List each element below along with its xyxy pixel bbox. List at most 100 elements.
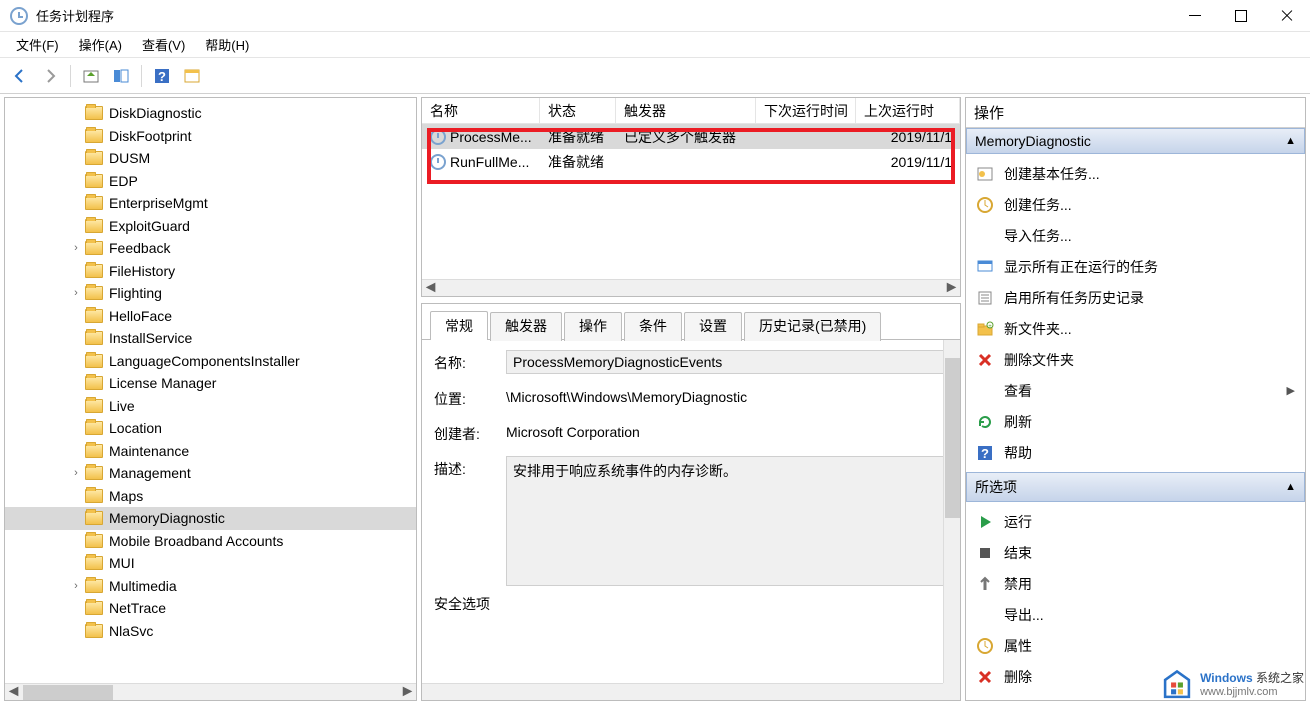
expander-icon[interactable] [69,489,83,503]
nav-back-button[interactable] [6,62,34,90]
tree-h-scrollbar[interactable]: ◄ ► [5,683,416,700]
action-结束[interactable]: 结束 [966,537,1305,568]
expander-icon[interactable]: › [69,286,83,300]
tree-item-exploitguard[interactable]: ExploitGuard [5,215,416,238]
action-导出-[interactable]: 导出... [966,599,1305,630]
action-运行[interactable]: 运行 [966,506,1305,537]
expander-icon[interactable] [69,151,83,165]
tree-item-edp[interactable]: EDP [5,170,416,193]
scroll-right-arrow[interactable]: ► [399,684,416,701]
expander-icon[interactable] [69,556,83,570]
col-status[interactable]: 状态 [540,98,616,123]
expander-icon[interactable] [69,106,83,120]
task-h-scrollbar[interactable]: ◄ ► [422,279,960,296]
action-导入任务-[interactable]: 导入任务... [966,220,1305,251]
minimize-button[interactable] [1172,0,1218,32]
scroll-left-arrow[interactable]: ◄ [5,684,22,701]
action-创建任务-[interactable]: 创建任务... [966,189,1305,220]
scroll-thumb[interactable] [945,358,960,518]
expander-icon[interactable]: › [69,241,83,255]
expander-icon[interactable]: › [69,466,83,480]
action-禁用[interactable]: 禁用 [966,568,1305,599]
tab-actions[interactable]: 操作 [564,312,622,341]
expander-icon[interactable] [69,421,83,435]
expander-icon[interactable] [69,376,83,390]
scroll-right-arrow[interactable]: ► [943,280,960,296]
tree-item-feedback[interactable]: ›Feedback [5,237,416,260]
expander-icon[interactable] [69,624,83,638]
tab-general[interactable]: 常规 [430,311,488,340]
col-last[interactable]: 上次运行时 [856,98,960,123]
expander-icon[interactable] [69,174,83,188]
field-description[interactable] [506,456,948,586]
expander-icon[interactable] [69,601,83,615]
menu-help[interactable]: 帮助(H) [195,33,259,56]
tree-item-maps[interactable]: Maps [5,485,416,508]
maximize-button[interactable] [1218,0,1264,32]
tree-item-location[interactable]: Location [5,417,416,440]
field-name[interactable] [506,350,948,374]
tree-scroll[interactable]: DiskDiagnosticDiskFootprintDUSMEDPEnterp… [5,98,416,683]
tree-item-maintenance[interactable]: Maintenance [5,440,416,463]
expander-icon[interactable] [69,534,83,548]
action-查看[interactable]: 查看▶ [966,375,1305,406]
tree-item-enterprisemgmt[interactable]: EnterpriseMgmt [5,192,416,215]
expander-icon[interactable] [69,511,83,525]
tree-item-filehistory[interactable]: FileHistory [5,260,416,283]
properties-button[interactable] [178,62,206,90]
tree-item-diskdiagnostic[interactable]: DiskDiagnostic [5,102,416,125]
tree-item-languagecomponentsinstaller[interactable]: LanguageComponentsInstaller [5,350,416,373]
detail-h-scrollbar[interactable] [422,683,943,700]
tree-item-memorydiagnostic[interactable]: MemoryDiagnostic [5,507,416,530]
expander-icon[interactable]: › [69,579,83,593]
action-启用所有任务历史记录[interactable]: 启用所有任务历史记录 [966,282,1305,313]
action-属性[interactable]: 属性 [966,630,1305,661]
close-button[interactable] [1264,0,1310,32]
tree-item-live[interactable]: Live [5,395,416,418]
tree-item-multimedia[interactable]: ›Multimedia [5,575,416,598]
tab-conditions[interactable]: 条件 [624,312,682,341]
menu-file[interactable]: 文件(F) [6,33,69,56]
action-新文件夹-[interactable]: +新文件夹... [966,313,1305,344]
scroll-left-arrow[interactable]: ◄ [422,280,439,296]
tree-item-mobile-broadband-accounts[interactable]: Mobile Broadband Accounts [5,530,416,553]
tree-item-management[interactable]: ›Management [5,462,416,485]
tab-settings[interactable]: 设置 [684,312,742,341]
action-刷新[interactable]: 刷新 [966,406,1305,437]
expander-icon[interactable] [69,196,83,210]
expander-icon[interactable] [69,219,83,233]
tree-item-dusm[interactable]: DUSM [5,147,416,170]
task-row[interactable]: ProcessMe...准备就绪已定义多个触发器2019/11/1 [422,124,960,149]
tree-item-helloface[interactable]: HelloFace [5,305,416,328]
action-创建基本任务-[interactable]: 创建基本任务... [966,158,1305,189]
tree-item-flighting[interactable]: ›Flighting [5,282,416,305]
detail-v-scrollbar[interactable] [943,340,960,683]
nav-forward-button[interactable] [36,62,64,90]
action-删除文件夹[interactable]: 删除文件夹 [966,344,1305,375]
col-next[interactable]: 下次运行时间 [756,98,856,123]
show-tree-button[interactable] [107,62,135,90]
tree-item-license-manager[interactable]: License Manager [5,372,416,395]
tree-item-nlasvc[interactable]: NlaSvc [5,620,416,643]
tab-history[interactable]: 历史记录(已禁用) [744,312,881,341]
tree-item-installservice[interactable]: InstallService [5,327,416,350]
task-row[interactable]: RunFullMe...准备就绪2019/11/1 [422,149,960,174]
col-trigger[interactable]: 触发器 [616,98,756,123]
expander-icon[interactable] [69,264,83,278]
section-selected[interactable]: 所选项 ▲ [966,472,1305,502]
scroll-thumb[interactable] [23,685,113,700]
col-name[interactable]: 名称 [422,98,540,123]
tab-triggers[interactable]: 触发器 [490,312,562,341]
expander-icon[interactable] [69,331,83,345]
expander-icon[interactable] [69,444,83,458]
expander-icon[interactable] [69,399,83,413]
tree-item-mui[interactable]: MUI [5,552,416,575]
help-button[interactable]: ? [148,62,176,90]
expander-icon[interactable] [69,354,83,368]
expander-icon[interactable] [69,129,83,143]
tree-item-nettrace[interactable]: NetTrace [5,597,416,620]
up-button[interactable] [77,62,105,90]
menu-view[interactable]: 查看(V) [132,33,195,56]
action-显示所有正在运行的任务[interactable]: 显示所有正在运行的任务 [966,251,1305,282]
section-memorydiagnostic[interactable]: MemoryDiagnostic ▲ [966,128,1305,154]
